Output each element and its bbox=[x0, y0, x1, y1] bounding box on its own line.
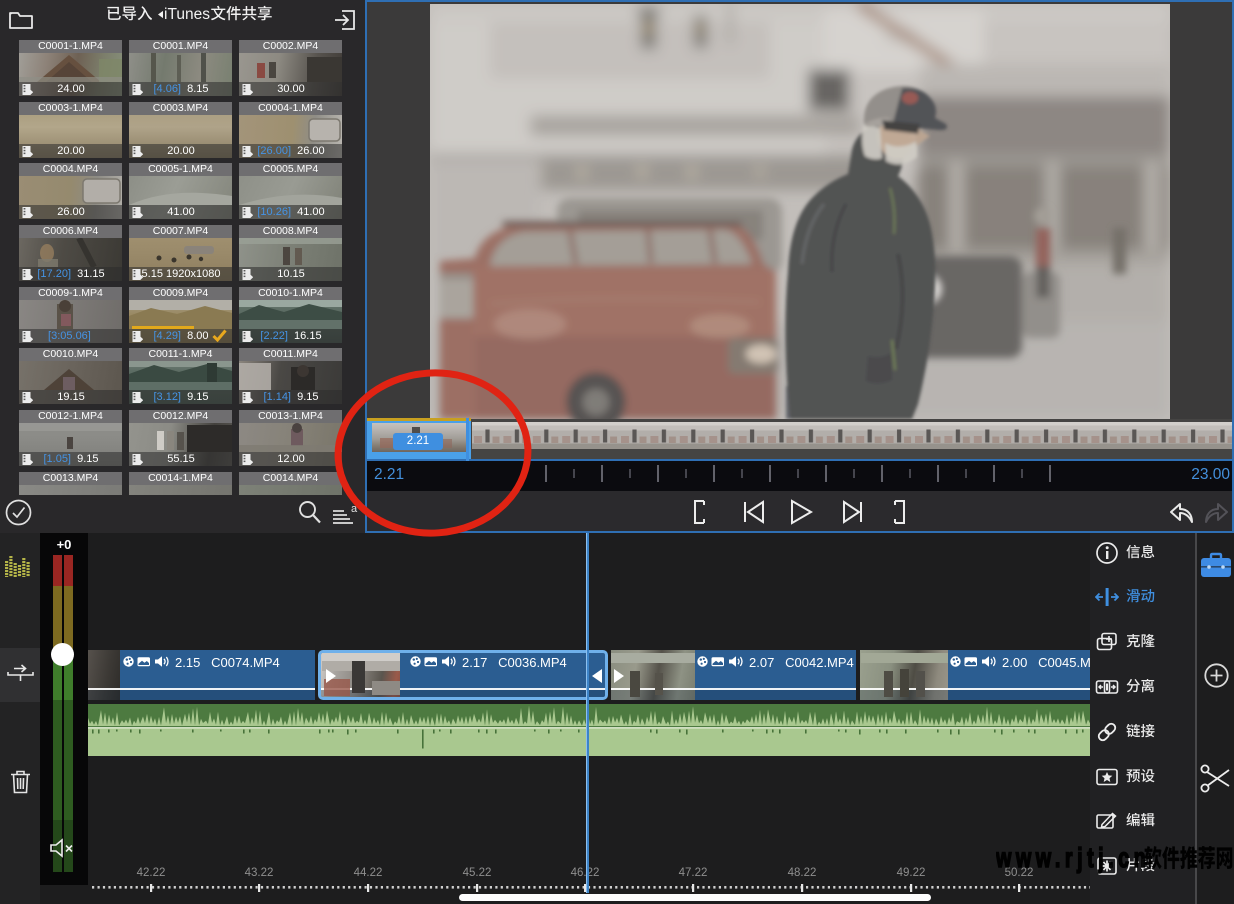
svg-text:www.rjtj.cn: www.rjtj.cn bbox=[996, 845, 1146, 874]
svg-text:iTunes: iTunes bbox=[164, 6, 210, 23]
svg-text:a: a bbox=[351, 503, 358, 515]
